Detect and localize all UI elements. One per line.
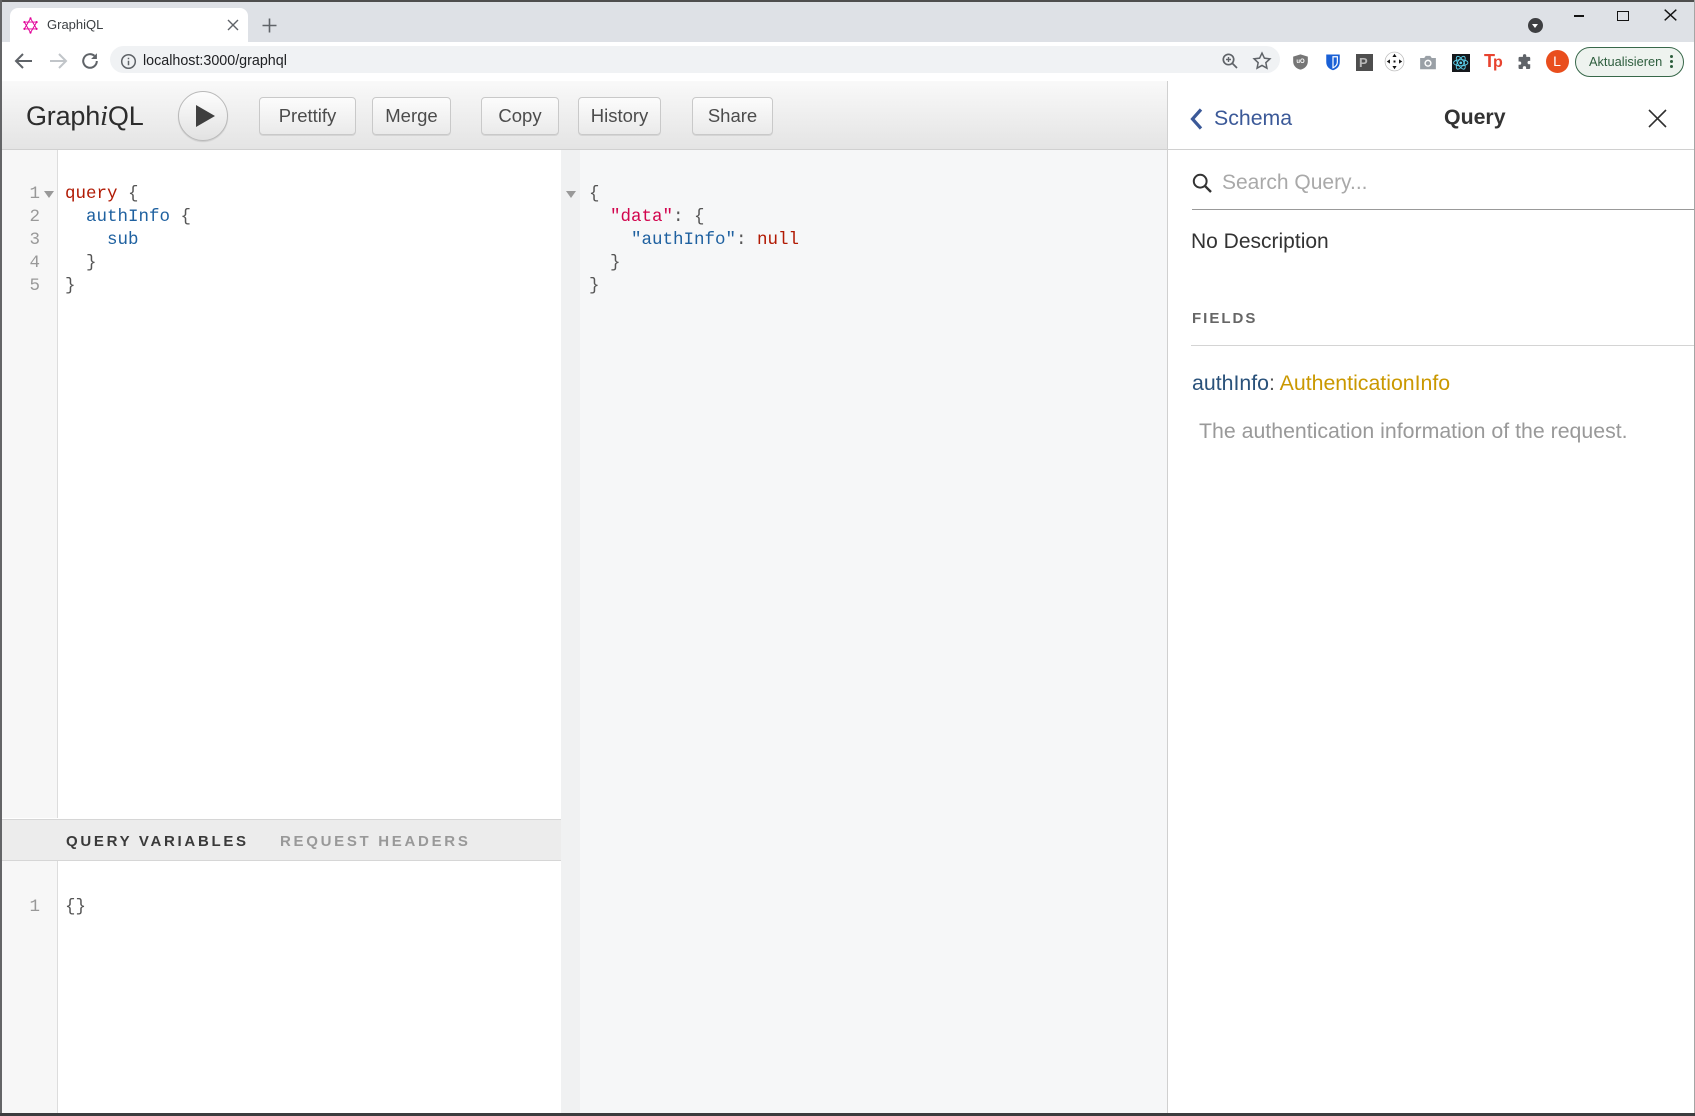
svg-text:uO: uO <box>1296 59 1305 65</box>
